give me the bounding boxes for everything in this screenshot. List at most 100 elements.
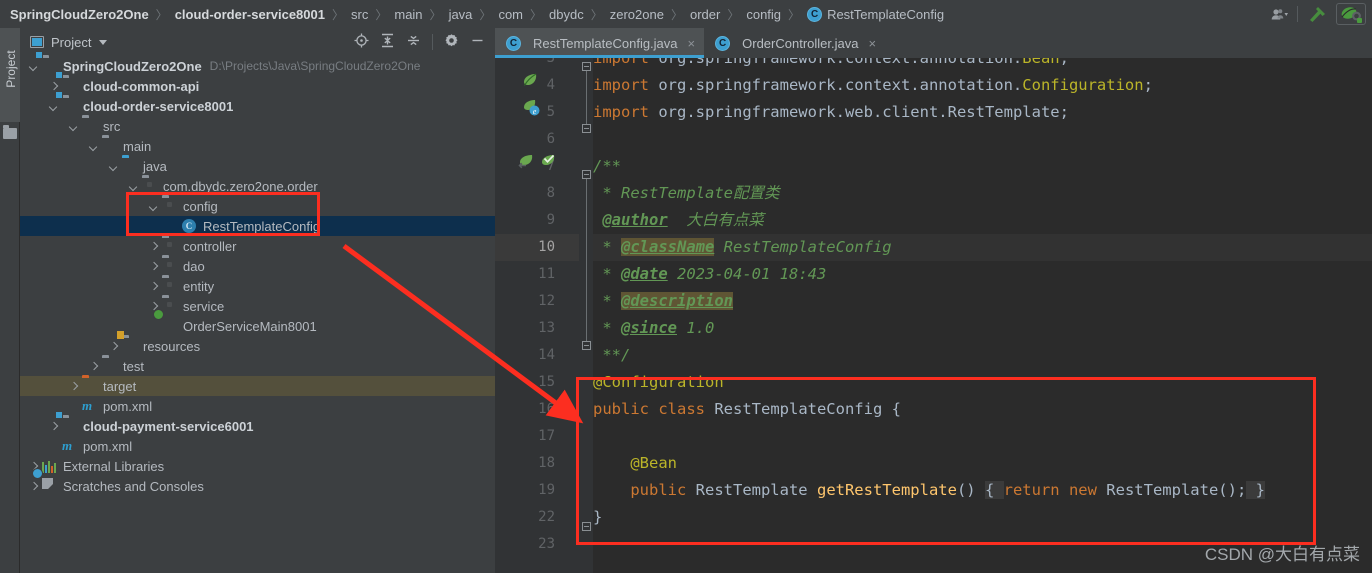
chevron-right-icon[interactable] [88, 360, 100, 372]
tree-node-pom-xml[interactable]: m pom.xml [20, 396, 495, 416]
tree-node-main[interactable]: main [20, 136, 495, 156]
tree-node-resttemplateconfig[interactable]: C RestTemplateConfig [20, 216, 495, 236]
code-line: /** [593, 153, 621, 180]
project-tree[interactable]: SpringCloudZero2One D:\Projects\Java\Spri… [20, 56, 495, 496]
breadcrumb-item-springcloudzero2one[interactable]: SpringCloudZero2One [8, 7, 151, 22]
breadcrumb-separator: 〉 [331, 7, 344, 22]
tree-node-target[interactable]: target [20, 376, 495, 396]
line-number: 3 [546, 58, 555, 66]
tree-node-resources[interactable]: resources [20, 336, 495, 356]
java-class-icon: C [715, 35, 731, 51]
hide-minimize-icon[interactable] [470, 33, 485, 51]
chevron-right-icon[interactable] [148, 240, 160, 252]
code-token: } [1246, 481, 1265, 499]
breadcrumb-separator: 〉 [670, 7, 683, 22]
package-folder-icon [162, 278, 178, 294]
tree-node-pom-xml[interactable]: m pom.xml [20, 436, 495, 456]
editor-gutter[interactable]: 3 4 5 6 7 8 9 10 11 12 13 14 15 16 17 18 19 22 23 e [495, 58, 579, 573]
run-debug-icon[interactable] [1336, 3, 1366, 25]
breadcrumb-item-main[interactable]: main [392, 7, 424, 22]
code-line: * @className RestTemplateConfig [593, 234, 892, 261]
code-token: org.springframework.context.annotation. [658, 58, 1023, 67]
settings-gear-icon[interactable] [444, 33, 459, 51]
tree-node-entity[interactable]: entity [20, 276, 495, 296]
source-folder-icon [122, 158, 138, 174]
breadcrumb-item-src[interactable]: src [349, 7, 370, 22]
chevron-down-icon[interactable] [88, 140, 100, 152]
tree-node-src[interactable]: src [20, 116, 495, 136]
svg-text:e: e [533, 107, 537, 116]
editor-fold-strip[interactable] [579, 58, 593, 573]
breadcrumb-item-order[interactable]: order [688, 7, 722, 22]
chevron-right-icon[interactable] [28, 480, 40, 492]
breadcrumb-item-resttemplateconfig[interactable]: C RestTemplateConfig [805, 6, 946, 22]
tree-node-service[interactable]: service [20, 296, 495, 316]
tree-node-cloud-order-service8001[interactable]: cloud-order-service8001 [20, 96, 495, 116]
build-hammer-icon[interactable] [1307, 5, 1327, 24]
breadcrumb-item-zero2one[interactable]: zero2one [608, 7, 666, 22]
chevron-right-icon[interactable] [148, 260, 160, 272]
code-fold-marker[interactable] [582, 522, 591, 531]
structure-icon[interactable] [3, 125, 17, 139]
editor-tab-ordercontroller-java[interactable]: C OrderController.java × [704, 28, 885, 58]
chevron-right-icon[interactable] [108, 340, 120, 352]
breadcrumb-item-config[interactable]: config [744, 7, 783, 22]
chevron-right-icon[interactable] [148, 280, 160, 292]
tree-node-config[interactable]: config [20, 196, 495, 216]
chevron-down-icon[interactable] [28, 60, 40, 72]
tree-node-external-libraries[interactable]: External Libraries [20, 456, 495, 476]
chevron-down-icon[interactable] [68, 120, 80, 132]
ide-window: SpringCloudZero2One 〉 cloud-order-service8… [0, 0, 1372, 573]
breadcrumb-item-cloud-order-service8001[interactable]: cloud-order-service8001 [173, 7, 327, 22]
tree-node-com-dbydc-zero2one-order[interactable]: com.dbydc.zero2one.order [20, 176, 495, 196]
chevron-down-icon[interactable] [108, 160, 120, 172]
code-token: { [891, 400, 901, 418]
code-line: **/ [593, 342, 630, 369]
tree-node-springcloudzero2one[interactable]: SpringCloudZero2One D:\Projects\Java\Spri… [20, 56, 495, 76]
chevron-right-icon[interactable] [48, 420, 60, 432]
line-number: 22 [538, 509, 555, 525]
project-panel-header: Project [20, 28, 495, 56]
chevron-down-icon[interactable] [48, 100, 60, 112]
code-fold-marker[interactable] [582, 124, 591, 133]
spring-bean-navigate-icon[interactable]: e [522, 98, 540, 116]
chevron-down-icon[interactable] [128, 180, 140, 192]
spring-bean-leaf-back-icon[interactable] [517, 152, 534, 169]
user-avatar-icon[interactable] [1271, 7, 1288, 22]
breadcrumb-toolbar [1271, 0, 1366, 28]
close-icon[interactable]: × [688, 36, 696, 51]
code-fold-marker[interactable] [582, 341, 591, 350]
breadcrumb-item-java[interactable]: java [447, 7, 475, 22]
tree-node-dao[interactable]: dao [20, 256, 495, 276]
target-folder-icon [82, 378, 98, 394]
tree-node-controller[interactable]: controller [20, 236, 495, 256]
tree-node-cloud-common-api[interactable]: cloud-common-api [20, 76, 495, 96]
collapse-all-icon[interactable] [406, 33, 421, 51]
breadcrumb-item-com[interactable]: com [496, 7, 525, 22]
editor-tab-resttemplateconfig-java[interactable]: C RestTemplateConfig.java × [495, 28, 705, 58]
locate-target-icon[interactable] [354, 33, 369, 51]
tree-node-java[interactable]: java [20, 156, 495, 176]
code-fold-marker[interactable] [582, 62, 591, 71]
spring-bean-leaf-icon[interactable] [522, 71, 539, 88]
tree-node-test[interactable]: test [20, 356, 495, 376]
breadcrumb-item-label: order [689, 6, 721, 22]
close-icon[interactable]: × [868, 36, 876, 51]
spring-bean-check-icon[interactable] [539, 152, 556, 169]
code-line: public class RestTemplateConfig { [593, 396, 901, 423]
chevron-down-icon[interactable] [99, 39, 108, 45]
code-editor[interactable]: 3 4 5 6 7 8 9 10 11 12 13 14 15 16 17 18 19 22 23 e import … [495, 58, 1372, 573]
line-number: 8 [546, 185, 555, 201]
breadcrumb-item-dbydc[interactable]: dbydc [547, 7, 586, 22]
chevron-right-icon[interactable] [68, 380, 80, 392]
chevron-down-icon[interactable] [148, 200, 160, 212]
tree-node-orderservicemain8001[interactable]: OrderServiceMain8001 [20, 316, 495, 336]
tree-node-scratches-and-consoles[interactable]: Scratches and Consoles [20, 476, 495, 496]
tree-node-cloud-payment-service6001[interactable]: cloud-payment-service6001 [20, 416, 495, 436]
tool-window-tab-project[interactable]: Project [0, 28, 20, 122]
code-text[interactable]: import org.springframework.context.annot… [593, 58, 1372, 573]
code-token: RestTemplate [695, 481, 817, 499]
expand-all-icon[interactable] [380, 33, 395, 51]
code-fold-marker[interactable] [582, 170, 591, 179]
code-token: () [956, 481, 985, 499]
